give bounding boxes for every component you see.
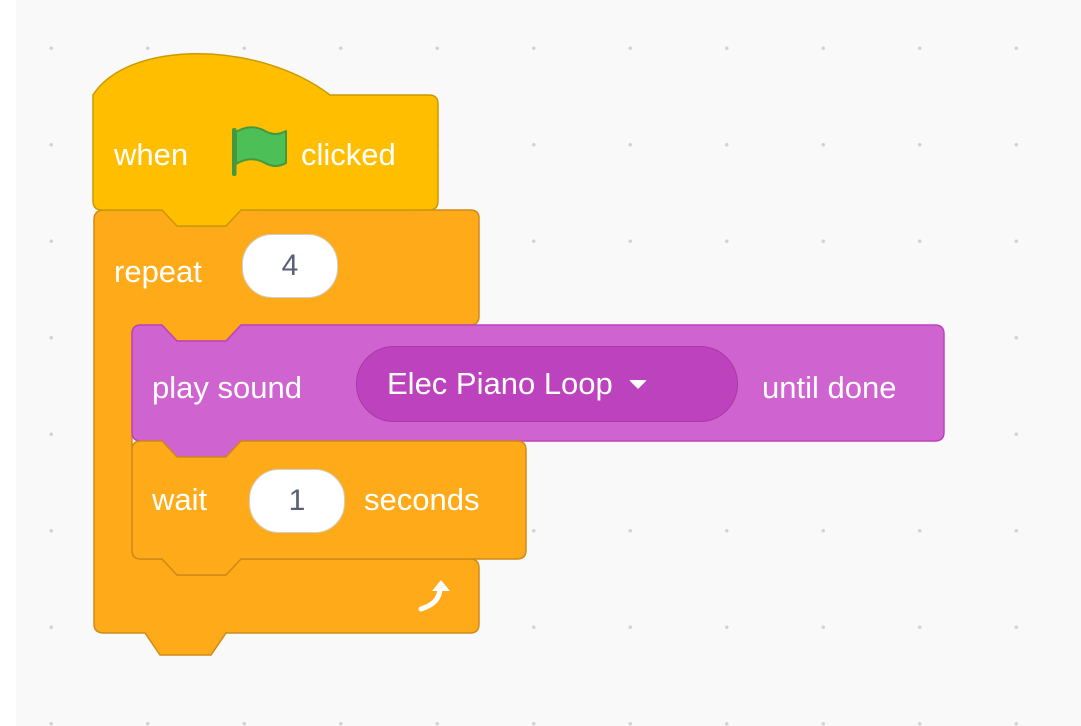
sound-name: Elec Piano Loop bbox=[387, 366, 613, 401]
wait-label: wait bbox=[152, 482, 208, 517]
play-sound-label: play sound bbox=[152, 370, 302, 405]
wait-seconds-input[interactable]: 1 bbox=[249, 469, 345, 533]
sound-dropdown[interactable]: Elec Piano Loop bbox=[356, 346, 738, 422]
dropdown-caret-icon bbox=[628, 379, 647, 389]
clicked-label: clicked bbox=[301, 137, 396, 172]
seconds-label: seconds bbox=[364, 482, 480, 517]
when-label: when bbox=[114, 137, 189, 172]
until-done-label: until done bbox=[762, 370, 897, 405]
repeat-count-input[interactable]: 4 bbox=[242, 234, 338, 298]
repeat-label: repeat bbox=[114, 254, 202, 289]
